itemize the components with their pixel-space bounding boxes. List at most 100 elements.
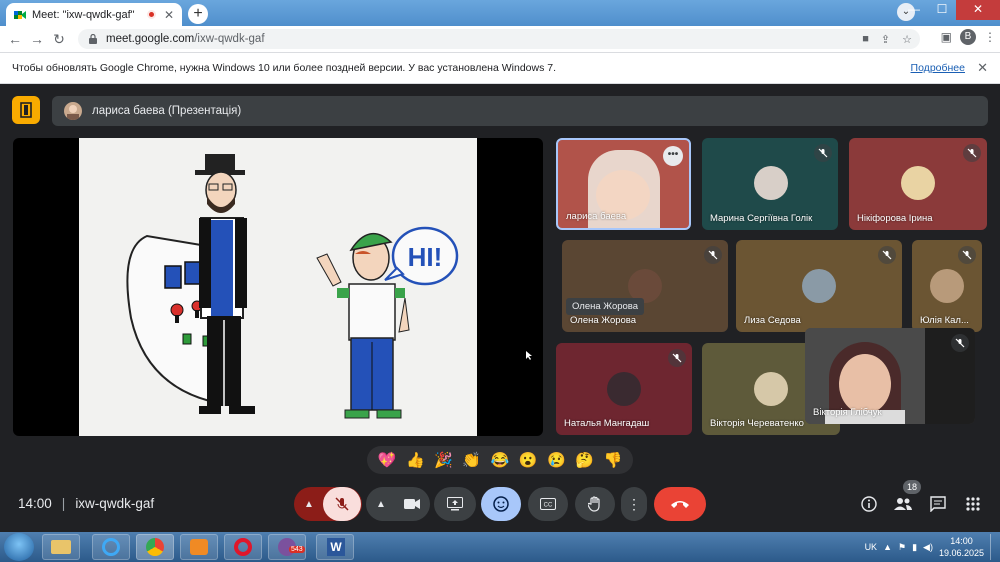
speech-bubble-text: HI! xyxy=(408,242,443,272)
network-icon[interactable]: ▮ xyxy=(912,542,917,553)
close-window-button[interactable]: ✕ xyxy=(956,0,1000,20)
infobar-message: Чтобы обновлять Google Chrome, нужна Win… xyxy=(12,62,557,74)
side-panel-icon[interactable]: ▣ xyxy=(941,30,952,44)
reaction-surprised[interactable]: 😮 xyxy=(519,451,538,469)
participant-tile[interactable]: Олена Жорова Олена Жорова xyxy=(562,240,728,332)
reaction-sad[interactable]: 😢 xyxy=(547,451,566,469)
present-screen-button[interactable] xyxy=(434,487,476,521)
reaction-party[interactable]: 🎉 xyxy=(434,451,453,469)
participant-name: Олена Жорова xyxy=(570,315,637,326)
maximize-button[interactable]: ☐ xyxy=(928,0,956,20)
taskbar-viber[interactable]: 543 xyxy=(268,534,306,560)
camera-options-chevron-icon[interactable]: ▲ xyxy=(367,499,395,510)
mic-off-icon xyxy=(963,144,981,162)
meeting-details-icon[interactable] xyxy=(858,495,880,513)
reaction-thumbs-down[interactable]: 👎 xyxy=(604,451,623,469)
tab-title: Meet: "ixw-qwdk-gaf" xyxy=(32,8,135,21)
reaction-thumbs-up[interactable]: 👍 xyxy=(406,451,425,469)
meeting-time: 14:00 xyxy=(18,496,52,511)
language-indicator[interactable]: UK xyxy=(865,542,878,552)
show-desktop-button[interactable] xyxy=(990,534,996,560)
toolbar-right: ▣ B ⋮ xyxy=(941,29,996,45)
taskbar-explorer[interactable] xyxy=(42,534,80,560)
infobar-close-icon[interactable]: ✕ xyxy=(977,60,988,76)
reaction-heart[interactable]: 💖 xyxy=(378,451,397,469)
minimize-button[interactable]: — xyxy=(900,0,928,20)
start-button[interactable] xyxy=(4,533,34,561)
participant-name: Юлія Кал... xyxy=(920,315,969,326)
tray-arrow-icon[interactable]: ▲ xyxy=(883,542,892,552)
update-infobar: Чтобы обновлять Google Chrome, нужна Win… xyxy=(0,52,1000,84)
taskbar-word[interactable]: W xyxy=(316,534,354,560)
forward-icon[interactable]: → xyxy=(26,31,48,47)
share-icon[interactable]: ⇪ xyxy=(881,33,890,46)
participant-tile[interactable]: Нікіфорова Ірина xyxy=(849,138,987,230)
profile-avatar[interactable]: B xyxy=(960,29,976,45)
windows-taskbar: 543 W UK ▲ ⚑ ▮ ◀) 14:00 19.06.2025 xyxy=(0,532,1000,562)
meeting-details-button[interactable] xyxy=(12,96,40,124)
slide-illustration: HI! xyxy=(126,154,459,419)
participant-avatar xyxy=(901,166,935,200)
reaction-laugh[interactable]: 😂 xyxy=(491,451,510,469)
more-options-icon[interactable]: ••• xyxy=(663,146,683,166)
meeting-info-separator: | xyxy=(61,496,66,511)
people-icon[interactable] xyxy=(892,495,914,513)
camera-toggle-button[interactable] xyxy=(395,498,429,510)
clock-time: 14:00 xyxy=(950,536,973,546)
reaction-thinking[interactable]: 🤔 xyxy=(575,451,594,469)
self-view-tile[interactable]: Вікторія Глібчук xyxy=(805,328,975,424)
meeting-code: ixw-qwdk-gaf xyxy=(75,496,155,511)
participant-tile[interactable]: Наталья Мангадаш xyxy=(556,343,692,435)
mic-toggle-button[interactable] xyxy=(323,487,361,521)
taskbar-opera[interactable] xyxy=(224,534,262,560)
volume-icon[interactable]: ◀) xyxy=(923,542,933,553)
back-icon[interactable]: ← xyxy=(4,31,26,47)
url-path: /ixw-qwdk-gaf xyxy=(194,33,265,45)
screen: Meet: "ixw-qwdk-gaf" ✕ + ⌄ — ☐ ✕ ← → ↻ m… xyxy=(0,0,1000,562)
address-bar[interactable]: meet.google.com/ixw-qwdk-gaf ■ ⇪ ☆ xyxy=(78,29,920,49)
participant-name: Вікторія Череватенко xyxy=(710,418,804,429)
leave-call-button[interactable] xyxy=(654,487,706,521)
chat-icon[interactable] xyxy=(927,495,949,513)
door-icon xyxy=(20,102,32,118)
taskbar-ie[interactable] xyxy=(92,534,130,560)
participant-avatar xyxy=(802,269,836,303)
taskbar-media[interactable] xyxy=(180,534,218,560)
lock-icon xyxy=(89,34,97,44)
mic-off-icon xyxy=(951,334,969,352)
tab-meet[interactable]: Meet: "ixw-qwdk-gaf" ✕ xyxy=(6,3,182,26)
browser-toolbar: ← → ↻ meet.google.com/ixw-qwdk-gaf ■ ⇪ ☆… xyxy=(0,26,1000,52)
mic-off-icon xyxy=(335,497,349,511)
recording-icon xyxy=(146,10,156,19)
presentation-area: HI! xyxy=(13,138,543,436)
reaction-clap[interactable]: 👏 xyxy=(462,451,481,469)
camera-group: ▲ xyxy=(366,487,430,521)
tab-close-icon[interactable]: ✕ xyxy=(164,8,174,22)
raise-hand-button[interactable] xyxy=(575,487,615,521)
captions-button[interactable]: CC xyxy=(528,487,568,521)
omnibox-actions: ■ ⇪ ☆ xyxy=(862,29,912,49)
participant-tile[interactable]: Юлія Кал... xyxy=(912,240,982,332)
mic-off-icon xyxy=(814,144,832,162)
participant-tile[interactable]: ••• лариса баева xyxy=(556,138,691,230)
camera-icon[interactable]: ■ xyxy=(862,33,869,45)
more-options-button[interactable]: ⋮ xyxy=(621,487,647,521)
participant-name: Марина Сергіївна Голік xyxy=(710,213,813,224)
reactions-button[interactable] xyxy=(481,487,521,521)
bookmark-star-icon[interactable]: ☆ xyxy=(902,33,912,46)
infobar-learn-more-link[interactable]: Подробнее xyxy=(911,62,965,74)
participant-tile[interactable]: Марина Сергіївна Голік xyxy=(702,138,838,230)
raise-hand-icon xyxy=(588,496,600,512)
flag-icon[interactable]: ⚑ xyxy=(898,542,906,553)
presentation-slide: HI! xyxy=(79,138,477,436)
participant-name: Лиза Седова xyxy=(744,315,801,326)
new-tab-button[interactable]: + xyxy=(188,4,208,24)
system-clock[interactable]: 14:00 19.06.2025 xyxy=(939,535,984,559)
reload-icon[interactable]: ↻ xyxy=(48,31,70,48)
taskbar-chrome[interactable] xyxy=(136,534,174,560)
activities-icon[interactable] xyxy=(962,495,984,513)
participant-name: Наталья Мангадаш xyxy=(564,418,650,429)
participant-tile[interactable]: Лиза Седова xyxy=(736,240,902,332)
mic-options-chevron-icon[interactable]: ▲ xyxy=(295,499,323,510)
chrome-menu-icon[interactable]: ⋮ xyxy=(984,30,996,44)
